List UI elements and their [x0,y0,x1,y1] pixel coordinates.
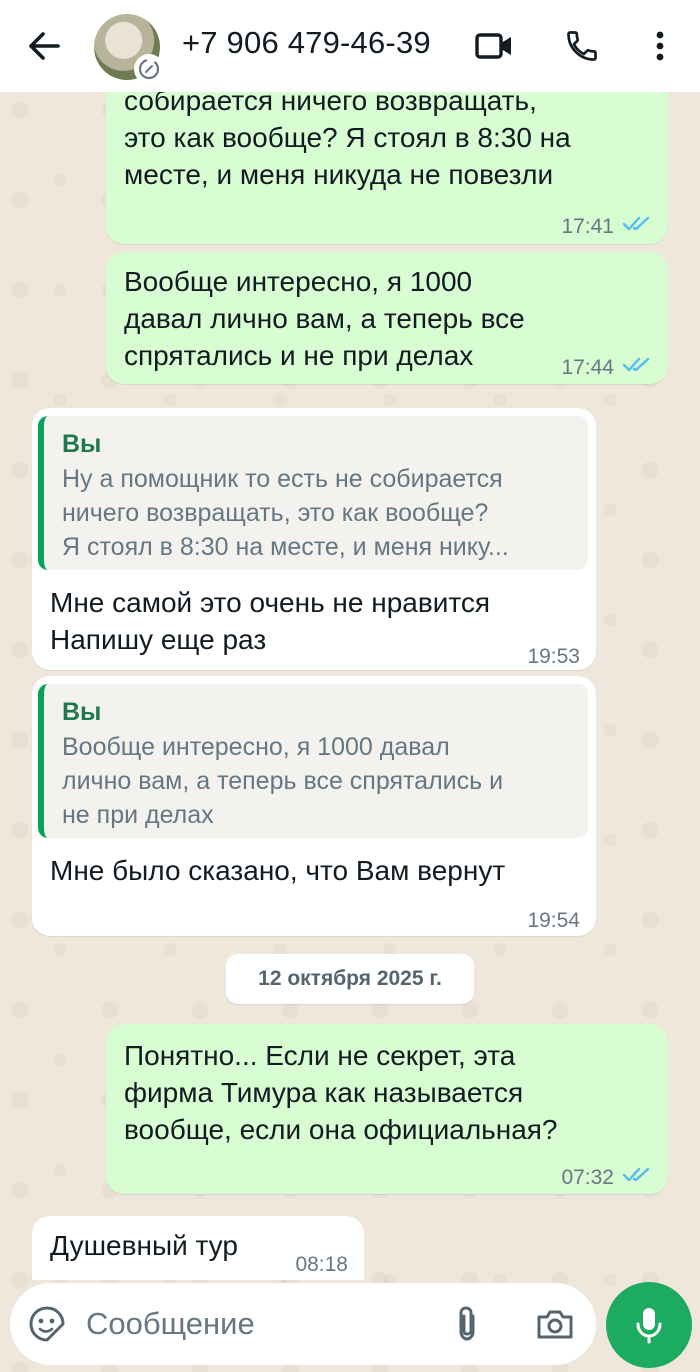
message-composer [10,1283,596,1365]
date-separator: 12 октября 2025 г. [226,954,474,1004]
video-camera-icon[interactable] [472,24,516,68]
quoted-message[interactable]: Вы Ну а помощник то есть не собирается н… [38,416,588,570]
message-bubble-incoming[interactable]: Душевный тур 08:18 [32,1216,364,1280]
message-bubble-outgoing[interactable]: Понятно... Если не секрет, эта фирма Тим… [106,1024,668,1194]
message-text: Душевный тур [50,1230,238,1261]
message-time: 19:54 [527,909,580,932]
message-text: Вообще интересно, я 1000 давал лично вам… [124,266,525,371]
camera-icon[interactable] [532,1303,578,1345]
phone-icon[interactable] [560,24,604,68]
more-vertical-icon[interactable] [638,24,682,68]
message-bubble-outgoing[interactable]: собирается ничего возвращать, это как во… [106,92,668,244]
message-bubble-outgoing[interactable]: Вообще интересно, я 1000 давал лично вам… [106,252,668,384]
status-ring-icon [134,54,164,84]
message-input[interactable] [86,1297,426,1351]
contact-name[interactable]: +7 906 479-46-39 [182,25,431,61]
message-meta: 07:32 [561,1159,654,1196]
message-time: 08:18 [295,1253,348,1276]
quote-text: Ну а помощник то есть не собирается ниче… [62,465,509,561]
message-list[interactable]: собирается ничего возвращать, это как во… [0,92,700,1280]
message-meta: 19:53 [527,638,580,675]
read-ticks-icon [622,349,654,386]
contact-avatar[interactable] [94,14,164,84]
chat-header: +7 906 479-46-39 [0,0,700,92]
message-text: Понятно... Если не секрет, эта фирма Тим… [124,1040,558,1145]
quote-text: Вообще интересно, я 1000 давал лично вам… [62,733,504,829]
message-text: собирается ничего возвращать, это как во… [124,92,571,190]
sticker-emoji-icon[interactable] [26,1303,68,1345]
message-meta: 08:18 [295,1246,348,1280]
back-arrow-icon[interactable] [22,26,66,66]
message-time: 17:44 [561,356,614,379]
read-ticks-icon [622,208,654,245]
message-meta: 17:41 [561,208,654,245]
quoted-message[interactable]: Вы Вообще интересно, я 1000 давал лично … [38,684,588,838]
message-text: Мне самой это очень не нравится Напишу е… [50,587,491,655]
quote-author: Вы [62,430,102,458]
message-bubble-incoming[interactable]: Вы Вообще интересно, я 1000 давал лично … [32,676,596,936]
message-meta: 19:54 [527,902,580,939]
quote-author: Вы [62,698,102,726]
message-text: Мне было сказано, что Вам вернут [50,855,506,886]
message-time: 19:53 [527,645,580,668]
microphone-icon[interactable] [606,1282,692,1368]
message-time: 17:41 [561,215,614,238]
message-bubble-incoming[interactable]: Вы Ну а помощник то есть не собирается н… [32,408,596,670]
message-time: 07:32 [561,1166,614,1189]
message-meta: 17:44 [561,349,654,386]
read-ticks-icon [622,1159,654,1196]
paperclip-icon[interactable] [446,1303,488,1345]
